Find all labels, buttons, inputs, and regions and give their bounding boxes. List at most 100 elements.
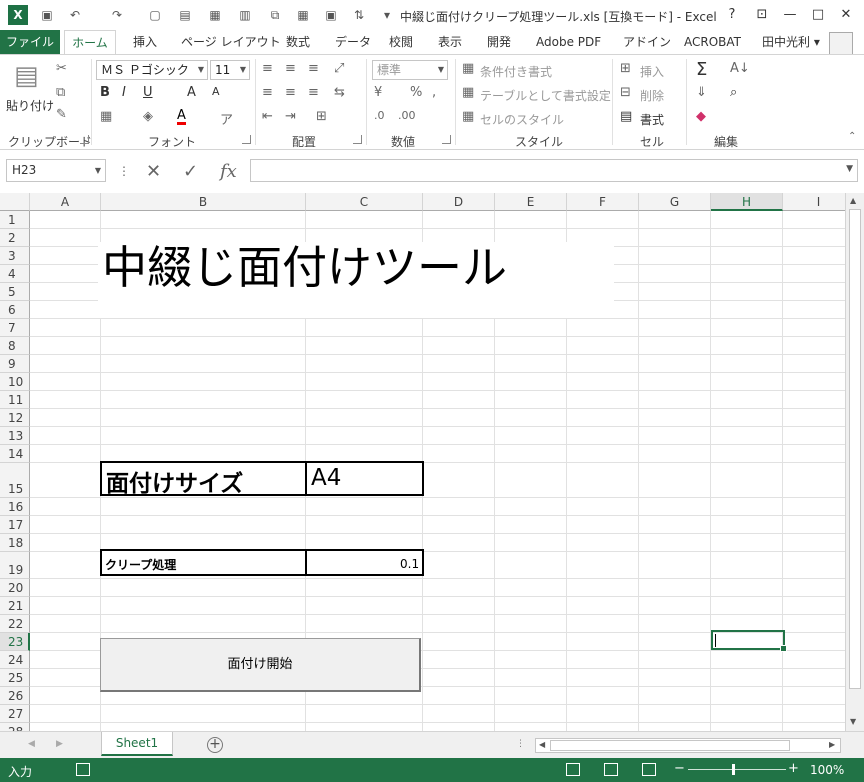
row-header[interactable]: 7 — [0, 319, 30, 337]
clipboard-launcher-icon[interactable] — [80, 135, 89, 144]
conditional-formatting-icon[interactable]: ▦ — [462, 61, 474, 76]
copy-icon[interactable]: ⧉ — [56, 85, 65, 100]
normal-view-icon[interactable] — [566, 763, 580, 776]
row-header[interactable]: 16 — [0, 498, 30, 516]
zoom-slider[interactable] — [688, 769, 786, 770]
macro-record-icon[interactable] — [76, 763, 90, 776]
decrease-decimal-icon[interactable]: .00 — [398, 109, 416, 122]
insert-cells-button[interactable]: 挿入 — [640, 63, 664, 80]
align-bottom-icon[interactable]: ≡ — [308, 61, 319, 76]
cancel-icon[interactable]: ✕ — [146, 161, 161, 182]
page-layout-view-icon[interactable] — [604, 763, 618, 776]
cut-icon[interactable]: ✂ — [56, 61, 67, 76]
row-header[interactable]: 9 — [0, 355, 30, 373]
alignment-launcher-icon[interactable] — [353, 135, 362, 144]
underline-icon[interactable]: U — [143, 85, 153, 100]
next-sheet-icon[interactable]: ▶ — [56, 739, 63, 749]
align-right-icon[interactable]: ≡ — [308, 85, 319, 100]
row-header[interactable]: 17 — [0, 516, 30, 534]
scroll-down-icon[interactable]: ▼ — [850, 717, 856, 726]
paste-icon[interactable]: ▤ — [14, 61, 39, 91]
horizontal-scrollbar[interactable]: ◀ ▶ — [535, 738, 841, 753]
row-header[interactable]: 12 — [0, 409, 30, 427]
font-launcher-icon[interactable] — [242, 135, 251, 144]
column-header[interactable]: F — [567, 193, 639, 211]
start-imposition-button[interactable]: 面付け開始 — [100, 638, 421, 692]
tab-view[interactable]: 表示 — [438, 30, 462, 54]
borders-icon[interactable]: ▦ — [100, 109, 112, 124]
column-header[interactable]: G — [639, 193, 711, 211]
font-size-select[interactable]: 11 ▼ — [210, 60, 250, 80]
row-header[interactable]: 10 — [0, 373, 30, 391]
redo-icon[interactable]: ↷ — [108, 6, 126, 24]
tab-addins[interactable]: アドイン — [623, 30, 671, 54]
vertical-scroll-thumb[interactable] — [849, 209, 861, 689]
bold-icon[interactable]: B — [100, 85, 110, 100]
row-header[interactable]: 24 — [0, 651, 30, 669]
cell-styles-icon[interactable]: ▦ — [462, 109, 474, 124]
row-header[interactable]: 15 — [0, 463, 30, 498]
undo-icon[interactable]: ↶ — [66, 6, 84, 24]
row-header[interactable]: 5 — [0, 283, 30, 301]
row-header[interactable]: 19 — [0, 552, 30, 579]
row-header[interactable]: 1 — [0, 211, 30, 229]
column-header[interactable]: B — [101, 193, 306, 211]
column-header[interactable]: I — [783, 193, 845, 211]
fill-icon[interactable]: ⇓ — [696, 85, 707, 100]
row-header[interactable]: 21 — [0, 597, 30, 615]
worksheet-grid[interactable]: ABCDEFGHI 1 2 3 4 5 6 7 8 9 10 11 12 13 14 15 16 17 18 19 2… — [0, 193, 845, 731]
increase-font-icon[interactable]: A — [187, 85, 196, 100]
row-header[interactable]: 22 — [0, 615, 30, 633]
delete-cells-button[interactable]: 削除 — [640, 87, 664, 104]
number-launcher-icon[interactable] — [442, 135, 451, 144]
row-header[interactable]: 14 — [0, 445, 30, 463]
insert-function-icon[interactable]: fx — [220, 161, 237, 182]
row-header[interactable]: 26 — [0, 687, 30, 705]
horizontal-scroll-thumb[interactable] — [550, 740, 790, 751]
row-header[interactable]: 25 — [0, 669, 30, 687]
table-icon[interactable]: ▦ — [294, 6, 312, 24]
avatar[interactable] — [829, 32, 853, 56]
sheet-tab-sheet1[interactable]: Sheet1 — [101, 732, 173, 756]
row-header[interactable]: 20 — [0, 579, 30, 597]
row-header[interactable]: 27 — [0, 705, 30, 723]
tab-home[interactable]: ホーム — [64, 30, 116, 55]
fill-color-icon[interactable]: ◈ — [143, 109, 153, 124]
user-account[interactable]: 田中光利 ▾ — [762, 30, 820, 54]
column-header[interactable]: D — [423, 193, 495, 211]
help-button[interactable]: ? — [720, 5, 744, 25]
tab-acrobat[interactable]: ACROBAT — [684, 30, 741, 54]
select-all-corner[interactable] — [0, 193, 30, 211]
creep-value-cell[interactable]: 0.1 — [400, 557, 419, 571]
size-value-cell[interactable]: A4 — [311, 465, 341, 491]
tab-formulas[interactable]: 数式 — [286, 30, 310, 54]
tab-insert[interactable]: 挿入 — [133, 30, 157, 54]
row-header[interactable]: 18 — [0, 534, 30, 552]
paste-button-label[interactable]: 貼り付け — [6, 97, 54, 114]
customize-toolbar-icon[interactable]: ▾ — [378, 6, 396, 24]
new-file-icon[interactable]: ▢ — [146, 6, 164, 24]
column-header[interactable]: C — [306, 193, 423, 211]
column-header[interactable]: E — [495, 193, 567, 211]
phonetic-icon[interactable]: ア — [220, 109, 233, 128]
zoom-slider-thumb[interactable] — [732, 764, 735, 775]
delete-cells-icon[interactable]: ⊟ — [620, 85, 631, 100]
quick-print-icon[interactable]: ▦ — [206, 6, 224, 24]
tab-developer[interactable]: 開発 — [487, 30, 511, 54]
conditional-formatting-button[interactable]: 条件付き書式 — [480, 63, 552, 80]
italic-icon[interactable]: I — [122, 85, 126, 100]
align-middle-icon[interactable]: ≡ — [285, 61, 296, 76]
font-name-select[interactable]: ＭＳ Ｐゴシック ▼ — [96, 60, 208, 80]
close-button[interactable]: ✕ — [834, 5, 858, 25]
cell-styles-button[interactable]: セルのスタイル — [480, 111, 564, 128]
sort-filter-icon[interactable]: A↓ — [730, 61, 750, 76]
tab-split-handle-icon[interactable]: ⋮ — [516, 739, 525, 749]
font-color-icon[interactable]: A — [177, 109, 186, 125]
print-preview-icon[interactable]: ▤ — [176, 6, 194, 24]
expand-formula-bar-icon[interactable]: ▼ — [846, 164, 853, 174]
row-header[interactable]: 11 — [0, 391, 30, 409]
active-cell[interactable] — [711, 630, 787, 652]
tab-file[interactable]: ファイル — [0, 30, 60, 54]
restore-button[interactable]: □ — [806, 5, 830, 25]
clear-icon[interactable]: ◆ — [696, 109, 706, 124]
